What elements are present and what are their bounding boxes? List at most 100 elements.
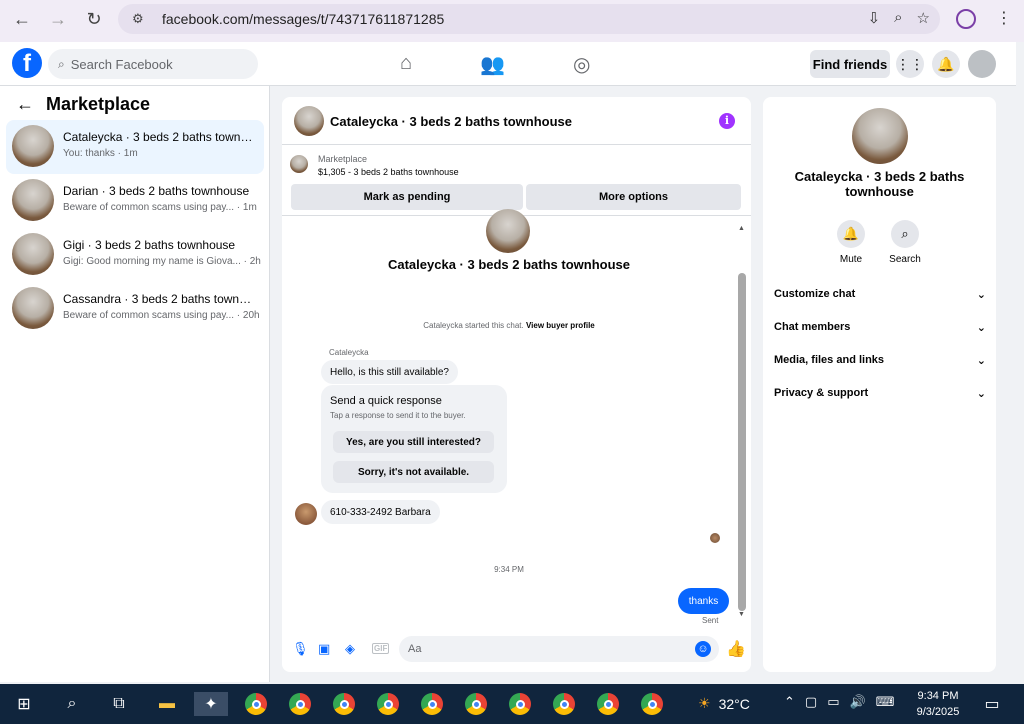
chrome-icon[interactable] (464, 692, 488, 716)
sidebar-title: Marketplace (46, 94, 151, 114)
windows-taskbar: ⊞ ⌕ ⧉ ▬ ✦ ☀ 32°C ⌃ ▢ ▭ 🔊 ⌨ 9:34 PM 9/3/2… (0, 684, 1024, 724)
message-bubble: Hello, is this still available? (321, 360, 458, 384)
chrome-icon[interactable] (376, 692, 400, 716)
search-icon[interactable]: ⌕ (60, 692, 84, 716)
conversation-item[interactable]: Darian · 3 beds 2 baths townhouse Beware… (6, 174, 264, 228)
quick-response-option[interactable]: Yes, are you still interested? (333, 431, 494, 453)
chrome-icon[interactable] (552, 692, 576, 716)
conversation-name: Gigi · 3 beds 2 baths townhouse (63, 238, 236, 252)
network-icon[interactable]: ▭ (827, 694, 839, 710)
chrome-icon[interactable] (596, 692, 620, 716)
info-icon[interactable]: i (719, 113, 735, 129)
weather-icon: ☀ (698, 695, 711, 711)
home-icon[interactable]: ⌂ (400, 52, 412, 77)
chrome-icon[interactable] (288, 692, 312, 716)
marketplace-listing-bar: Marketplace $1,305 - 3 beds 2 baths town… (282, 146, 751, 216)
microphone-icon[interactable]: 🎙 (292, 641, 309, 657)
zoom-icon[interactable]: ⌕ (894, 9, 902, 27)
sender-name: Cataleycka (329, 348, 369, 357)
mute-button[interactable]: 🔔 Mute (829, 220, 873, 265)
chrome-icon[interactable] (420, 692, 444, 716)
privacy-support-row[interactable]: Privacy & support ⌄ (774, 383, 986, 403)
message-composer: 🎙 ▣ ◈ GIF Aa ☺ 👍 (282, 633, 751, 665)
search-label: Search (889, 254, 921, 265)
forward-arrow-icon[interactable]: → (42, 3, 74, 35)
row-label: Privacy & support (774, 387, 869, 399)
friends-icon[interactable]: 👥 (480, 52, 505, 77)
search-button[interactable]: ⌕ Search (883, 220, 927, 265)
chat-members-row[interactable]: Chat members ⌄ (774, 317, 986, 337)
chevron-down-icon: ⌄ (976, 321, 986, 334)
emoji-icon[interactable]: ☺ (695, 641, 711, 657)
composer-placeholder: Aa (408, 643, 422, 655)
gif-icon[interactable]: GIF (372, 643, 390, 654)
menu-kebab-icon[interactable]: ⋮ (996, 8, 1012, 28)
task-view-icon[interactable]: ⧉ (107, 692, 131, 716)
conversation-preview: Beware of common scams using pay... · 20… (63, 310, 260, 321)
chevron-up-icon[interactable]: ⌃ (784, 694, 795, 710)
keyboard-icon[interactable]: ⌨ (876, 694, 895, 710)
facebook-logo-icon[interactable]: f (12, 48, 42, 78)
windows-start-icon[interactable]: ⊞ (12, 692, 36, 716)
scroll-thumb[interactable] (738, 273, 746, 611)
thumbs-up-icon[interactable]: 👍 (726, 639, 746, 659)
chevron-down-icon: ⌄ (976, 288, 986, 301)
file-explorer-icon[interactable]: ▬ (155, 692, 179, 716)
weather-widget[interactable]: ☀ 32°C (698, 695, 750, 712)
chrome-icon[interactable] (244, 692, 268, 716)
browser-toolbar: ← → ↻ ⚙ facebook.com/messages/t/74371761… (0, 0, 1024, 42)
media-files-links-row[interactable]: Media, files and links ⌄ (774, 350, 986, 370)
clock-date: 9/3/2025 (916, 706, 960, 718)
message-bubble: 610-333-2492 Barbara (321, 500, 440, 524)
chrome-icon[interactable] (332, 692, 356, 716)
chrome-icon[interactable] (640, 692, 664, 716)
taskbar-clock[interactable]: 9:34 PM 9/3/2025 (912, 688, 964, 720)
profile-icon[interactable] (956, 9, 976, 29)
notifications-bell-icon[interactable]: 🔔 (932, 50, 960, 78)
row-label: Media, files and links (774, 354, 885, 366)
chat-avatar[interactable] (294, 106, 324, 136)
chat-title[interactable]: Cataleycka · 3 beds 2 baths townhouse (330, 114, 572, 129)
conversation-item[interactable]: Cataleycka · 3 beds 2 baths townh... You… (6, 120, 264, 174)
volume-icon[interactable]: 🔊 (850, 694, 866, 710)
menu-grid-icon[interactable]: ⋮⋮ (896, 50, 924, 78)
conversation-preview: Gigi: Good morning my name is Giova... ·… (63, 256, 261, 267)
back-arrow-icon[interactable]: ← (16, 94, 34, 115)
quick-response-option[interactable]: Sorry, it's not available. (333, 461, 494, 483)
contact-avatar (852, 108, 908, 164)
site-settings-icon[interactable]: ⚙ (132, 11, 150, 27)
photo-icon[interactable]: ▣ (318, 641, 330, 657)
notifications-icon[interactable]: ▭ (980, 692, 1004, 716)
conversation-item[interactable]: Gigi · 3 beds 2 baths townhouse Gigi: Go… (6, 228, 264, 282)
groups-icon[interactable]: ◎ (573, 52, 590, 77)
temperature: 32°C (718, 695, 750, 712)
more-options-button[interactable]: More options (526, 184, 741, 210)
scroll-up-icon[interactable]: ▲ (738, 225, 745, 232)
conversation-avatar (12, 179, 54, 221)
find-friends-button[interactable]: Find friends (810, 50, 890, 78)
message-input[interactable]: Aa ☺ (399, 636, 719, 662)
account-avatar[interactable] (968, 50, 996, 78)
star-icon[interactable]: ☆ (917, 9, 930, 27)
view-buyer-profile-link[interactable]: View buyer profile (526, 321, 595, 330)
address-bar[interactable]: ⚙ facebook.com/messages/t/74371761187128… (118, 4, 940, 34)
meet-now-icon[interactable]: ▢ (805, 694, 817, 710)
message-bubble-mine: thanks (678, 588, 729, 614)
app-icon[interactable]: ✦ (194, 692, 228, 716)
customize-chat-row[interactable]: Customize chat ⌄ (774, 284, 986, 304)
listing-thumbnail[interactable] (290, 155, 308, 173)
search-input[interactable]: ⌕ Search Facebook (48, 49, 258, 79)
mark-as-pending-button[interactable]: Mark as pending (291, 184, 523, 210)
page-scrollbar[interactable] (1016, 42, 1024, 682)
reload-icon[interactable]: ↻ (78, 3, 110, 35)
listing-title[interactable]: $1,305 - 3 beds 2 baths townhouse (318, 167, 459, 177)
chrome-icon[interactable] (508, 692, 532, 716)
install-icon[interactable]: ⇩ (868, 9, 881, 27)
contact-avatar (486, 209, 530, 253)
chat-scrollbar[interactable]: ▲ ▼ (738, 225, 746, 618)
conversation-item[interactable]: Cassandra · 3 beds 2 baths townh... Bewa… (6, 282, 264, 336)
marketplace-label: Marketplace (318, 154, 368, 164)
sticker-icon[interactable]: ◈ (345, 641, 355, 657)
back-arrow-icon[interactable]: ← (6, 3, 38, 35)
scroll-down-icon[interactable]: ▼ (738, 611, 745, 618)
